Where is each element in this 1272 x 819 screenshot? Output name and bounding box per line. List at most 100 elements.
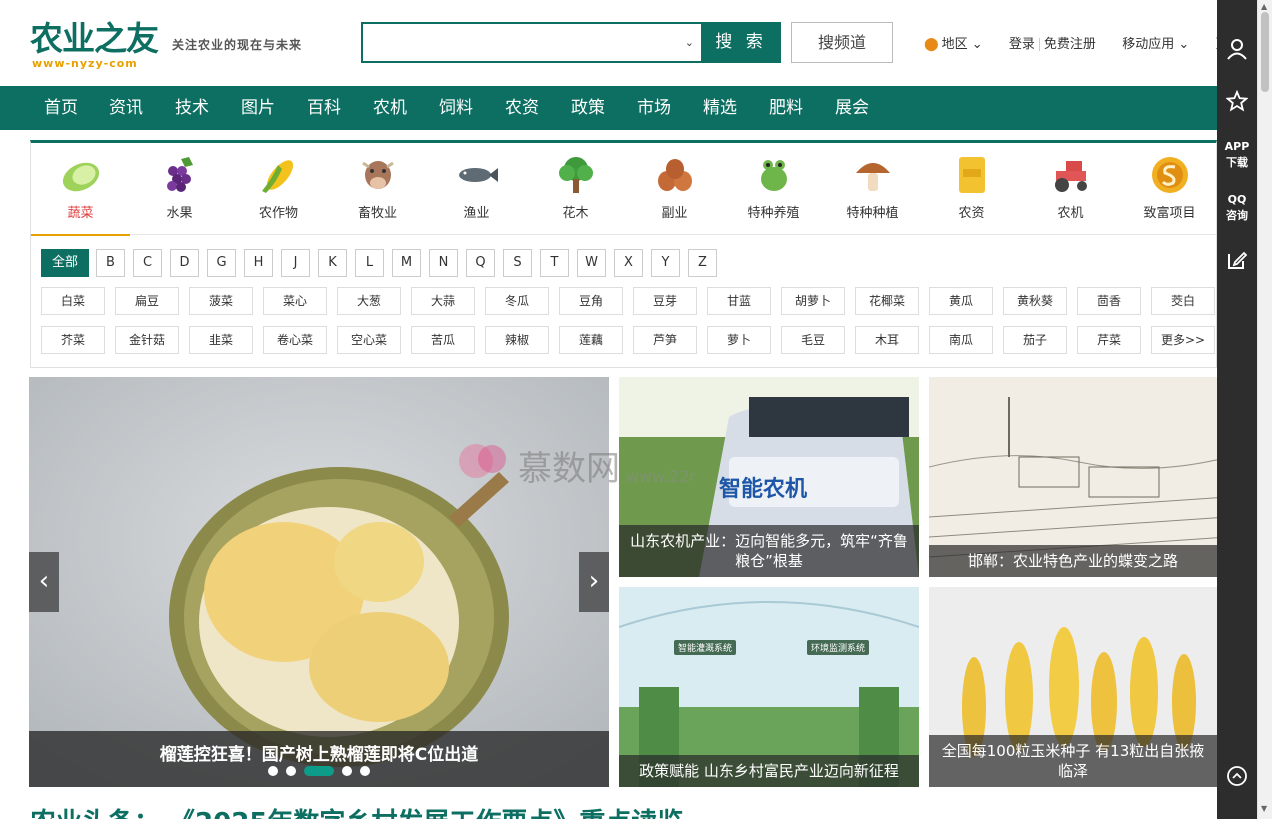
tag-item[interactable]: 白菜 <box>41 287 105 315</box>
tag-item[interactable]: 甘蓝 <box>707 287 771 315</box>
search-channel-button[interactable]: 搜频道 <box>791 22 893 63</box>
tag-item[interactable]: 豆芽 <box>633 287 697 315</box>
tag-item[interactable]: 茭白 <box>1151 287 1215 315</box>
category-fishery[interactable]: 渔业 <box>427 143 526 235</box>
category-fruit[interactable]: 水果 <box>130 143 229 235</box>
tag-item[interactable]: 韭菜 <box>189 326 253 354</box>
site-logo[interactable]: 农业之友 www-nyzy-com <box>30 20 162 72</box>
letter-z[interactable]: Z <box>688 249 717 277</box>
slide-dot[interactable] <box>342 766 352 776</box>
letter-n[interactable]: N <box>429 249 458 277</box>
letter-k[interactable]: K <box>318 249 347 277</box>
tag-item[interactable]: 金针菇 <box>115 326 179 354</box>
nav-item-supplies[interactable]: 农资 <box>505 86 539 130</box>
back-to-top-button[interactable] <box>1217 765 1257 791</box>
letter-g[interactable]: G <box>207 249 236 277</box>
letter-b[interactable]: B <box>96 249 125 277</box>
chevron-down-icon[interactable]: ⌄ <box>685 36 694 49</box>
tag-item[interactable]: 豆角 <box>559 287 623 315</box>
category-wealth-projects[interactable]: 致富项目 <box>1120 143 1219 235</box>
category-special-planting[interactable]: 特种种植 <box>823 143 922 235</box>
tag-item[interactable]: 芦笋 <box>633 326 697 354</box>
category-livestock[interactable]: 畜牧业 <box>328 143 427 235</box>
tag-item[interactable]: 黄瓜 <box>929 287 993 315</box>
news-tile[interactable]: 全国每100粒玉米种子 有13粒出自张掖临泽 <box>929 587 1217 787</box>
nav-item-wiki[interactable]: 百科 <box>307 86 341 130</box>
nav-item-policy[interactable]: 政策 <box>571 86 605 130</box>
prev-slide-button[interactable]: ‹ <box>29 552 59 612</box>
headline-banner[interactable]: 农业头条： 《2025年数字乡村发展工作要点》重点读览 <box>30 802 1210 819</box>
tag-item[interactable]: 胡萝卜 <box>781 287 845 315</box>
nav-item-feed[interactable]: 饲料 <box>439 86 473 130</box>
tag-item[interactable]: 大葱 <box>337 287 401 315</box>
tag-item[interactable]: 空心菜 <box>337 326 401 354</box>
login-link[interactable]: 登录 <box>1009 33 1035 52</box>
letter-y[interactable]: Y <box>651 249 680 277</box>
mobile-app-menu[interactable]: 移动应用 ⌄ <box>1122 33 1189 52</box>
tag-item[interactable]: 大蒜 <box>411 287 475 315</box>
letter-j[interactable]: J <box>281 249 310 277</box>
category-flowers-trees[interactable]: 花木 <box>526 143 625 235</box>
next-slide-button[interactable]: › <box>579 552 609 612</box>
letter-c[interactable]: C <box>133 249 162 277</box>
letter-w[interactable]: W <box>577 249 606 277</box>
tag-item[interactable]: 茴香 <box>1077 287 1141 315</box>
letter-s[interactable]: S <box>503 249 532 277</box>
category-special-breeding[interactable]: 特种养殖 <box>724 143 823 235</box>
letter-h[interactable]: H <box>244 249 273 277</box>
tag-item[interactable]: 苦瓜 <box>411 326 475 354</box>
favorite-button[interactable] <box>1217 89 1257 116</box>
tag-item[interactable]: 芹菜 <box>1077 326 1141 354</box>
search-button[interactable]: 搜 索 <box>701 22 781 63</box>
category-agri-supplies[interactable]: 农资 <box>922 143 1021 235</box>
letter-l[interactable]: L <box>355 249 384 277</box>
tag-item[interactable]: 芥菜 <box>41 326 105 354</box>
nav-item-home[interactable]: 首页 <box>44 86 78 130</box>
nav-item-featured[interactable]: 精选 <box>703 86 737 130</box>
app-download-button[interactable]: APP 下载 <box>1217 139 1257 171</box>
tag-item[interactable]: 茄子 <box>1003 326 1067 354</box>
category-crops[interactable]: 农作物 <box>229 143 328 235</box>
category-machinery[interactable]: 农机 <box>1021 143 1120 235</box>
tag-item[interactable]: 南瓜 <box>929 326 993 354</box>
tag-item[interactable]: 菠菜 <box>189 287 253 315</box>
register-link[interactable]: 免费注册 <box>1044 33 1096 52</box>
tag-item[interactable]: 毛豆 <box>781 326 845 354</box>
letter-m[interactable]: M <box>392 249 421 277</box>
scroll-down-icon[interactable]: ▼ <box>1261 804 1267 813</box>
tag-item[interactable]: 花椰菜 <box>855 287 919 315</box>
slide-dot[interactable] <box>360 766 370 776</box>
tag-item[interactable]: 菜心 <box>263 287 327 315</box>
news-tile[interactable]: 邯郸：农业特色产业的蝶变之路 <box>929 377 1217 577</box>
feedback-button[interactable] <box>1217 249 1257 275</box>
slide-dot[interactable] <box>268 766 278 776</box>
tag-item[interactable]: 木耳 <box>855 326 919 354</box>
letter-q[interactable]: Q <box>466 249 495 277</box>
letter-t[interactable]: T <box>540 249 569 277</box>
scroll-up-icon[interactable]: ▲ <box>1261 2 1267 11</box>
region-selector[interactable]: ⬤ 地区 ⌄ <box>924 33 983 52</box>
slide-dot-active[interactable] <box>304 766 334 776</box>
tag-item[interactable]: 黄秋葵 <box>1003 287 1067 315</box>
nav-item-expo[interactable]: 展会 <box>835 86 869 130</box>
slide-dot[interactable] <box>286 766 296 776</box>
nav-item-images[interactable]: 图片 <box>241 86 275 130</box>
news-tile[interactable]: 智能灌溉系统 环境监测系统 政策赋能 山东乡村富民产业迈向新征程 <box>619 587 919 787</box>
nav-item-fertilizer[interactable]: 肥料 <box>769 86 803 130</box>
nav-item-market[interactable]: 市场 <box>637 86 671 130</box>
letter-d[interactable]: D <box>170 249 199 277</box>
tag-more[interactable]: 更多>> <box>1151 326 1215 354</box>
page-scrollbar[interactable]: ▲ ▼ <box>1257 0 1272 819</box>
tag-item[interactable]: 莲藕 <box>559 326 623 354</box>
hero-title[interactable]: 榴莲控狂喜！国产树上熟榴莲即将C位出道 <box>29 740 609 765</box>
category-sideline[interactable]: 副业 <box>625 143 724 235</box>
tag-item[interactable]: 扁豆 <box>115 287 179 315</box>
tag-item[interactable]: 冬瓜 <box>485 287 549 315</box>
category-vegetables[interactable]: 蔬菜 <box>31 143 130 236</box>
nav-item-machinery[interactable]: 农机 <box>373 86 407 130</box>
tag-item[interactable]: 卷心菜 <box>263 326 327 354</box>
user-button[interactable] <box>1217 38 1257 64</box>
nav-item-tech[interactable]: 技术 <box>175 86 209 130</box>
search-input[interactable] <box>363 24 702 61</box>
qq-consult-button[interactable]: QQ 咨询 <box>1217 192 1257 224</box>
